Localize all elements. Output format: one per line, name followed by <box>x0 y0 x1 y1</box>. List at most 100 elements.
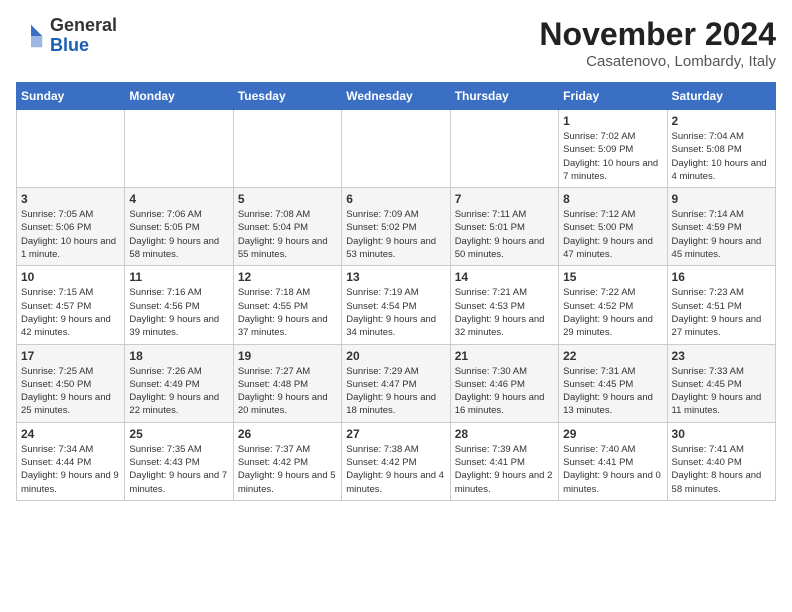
logo-general: General <box>50 15 117 35</box>
weekday-header: Thursday <box>450 83 558 110</box>
day-number: 6 <box>346 192 445 206</box>
day-number: 23 <box>672 349 771 363</box>
day-number: 10 <box>21 270 120 284</box>
calendar-table: SundayMondayTuesdayWednesdayThursdayFrid… <box>16 82 776 501</box>
calendar-cell: 14Sunrise: 7:21 AM Sunset: 4:53 PM Dayli… <box>450 266 558 344</box>
calendar-cell: 17 Sunrise: 7:25 AM Sunset: 4:50 PM Dayli… <box>17 344 125 422</box>
day-info: Sunrise: 7:39 AM Sunset: 4:41 PM Dayligh… <box>455 443 554 496</box>
day-info: Sunrise: 7:21 AM Sunset: 4:53 PM Dayligh… <box>455 286 554 339</box>
day-number: 30 <box>672 427 771 441</box>
day-info: Sunrise: 7:31 AM Sunset: 4:45 PM Dayligh… <box>563 365 662 418</box>
day-info: Sunrise: 7:05 AM Sunset: 5:06 PM Dayligh… <box>21 208 120 261</box>
day-number: 24 <box>21 427 120 441</box>
calendar-cell: 7 Sunrise: 7:11 AM Sunset: 5:01 PM Daylig… <box>450 188 558 266</box>
calendar-cell: 8Sunrise: 7:12 AM Sunset: 5:00 PM Daylig… <box>559 188 667 266</box>
weekday-header: Wednesday <box>342 83 450 110</box>
day-info: Sunrise: 7:11 AM Sunset: 5:01 PM Dayligh… <box>455 208 554 261</box>
calendar-cell: 23 Sunrise: 7:33 AM Sunset: 4:45 PM Dayli… <box>667 344 775 422</box>
day-info: Sunrise: 7:23 AM Sunset: 4:51 PM Dayligh… <box>672 286 771 339</box>
day-number: 29 <box>563 427 662 441</box>
weekday-header: Saturday <box>667 83 775 110</box>
day-number: 15 <box>563 270 662 284</box>
day-number: 5 <box>238 192 337 206</box>
logo-text: General Blue <box>50 16 117 56</box>
day-info: Sunrise: 7:38 AM Sunset: 4:42 PM Dayligh… <box>346 443 445 496</box>
calendar-cell <box>450 110 558 188</box>
weekday-header: Tuesday <box>233 83 341 110</box>
calendar-cell: 13 Sunrise: 7:19 AM Sunset: 4:54 PM Dayli… <box>342 266 450 344</box>
calendar-week-row: 10 Sunrise: 7:15 AM Sunset: 4:57 PM Dayli… <box>17 266 776 344</box>
calendar-cell: 11Sunrise: 7:16 AM Sunset: 4:56 PM Dayli… <box>125 266 233 344</box>
calendar-cell: 12 Sunrise: 7:18 AM Sunset: 4:55 PM Dayli… <box>233 266 341 344</box>
calendar-cell: 18 Sunrise: 7:26 AM Sunset: 4:49 PM Dayli… <box>125 344 233 422</box>
weekday-header: Monday <box>125 83 233 110</box>
calendar-cell <box>233 110 341 188</box>
day-number: 25 <box>129 427 228 441</box>
calendar-cell: 20 Sunrise: 7:29 AM Sunset: 4:47 PM Dayli… <box>342 344 450 422</box>
month-title: November 2024 <box>539 16 776 53</box>
calendar-cell <box>342 110 450 188</box>
day-number: 22 <box>563 349 662 363</box>
day-info: Sunrise: 7:27 AM Sunset: 4:48 PM Dayligh… <box>238 365 337 418</box>
title-block: November 2024 Casatenovo, Lombardy, Ital… <box>539 16 776 70</box>
calendar-cell: 25 Sunrise: 7:35 AM Sunset: 4:43 PM Dayli… <box>125 422 233 500</box>
calendar-cell: 16 Sunrise: 7:23 AM Sunset: 4:51 PM Dayli… <box>667 266 775 344</box>
day-info: Sunrise: 7:22 AM Sunset: 4:52 PM Dayligh… <box>563 286 662 339</box>
calendar-cell: 3Sunrise: 7:05 AM Sunset: 5:06 PM Daylig… <box>17 188 125 266</box>
day-info: Sunrise: 7:18 AM Sunset: 4:55 PM Dayligh… <box>238 286 337 339</box>
day-info: Sunrise: 7:06 AM Sunset: 5:05 PM Dayligh… <box>129 208 228 261</box>
logo-blue: Blue <box>50 35 89 55</box>
day-info: Sunrise: 7:35 AM Sunset: 4:43 PM Dayligh… <box>129 443 228 496</box>
day-number: 21 <box>455 349 554 363</box>
day-info: Sunrise: 7:04 AM Sunset: 5:08 PM Dayligh… <box>672 130 771 183</box>
calendar-cell: 24Sunrise: 7:34 AM Sunset: 4:44 PM Dayli… <box>17 422 125 500</box>
calendar-cell: 28 Sunrise: 7:39 AM Sunset: 4:41 PM Dayli… <box>450 422 558 500</box>
day-info: Sunrise: 7:26 AM Sunset: 4:49 PM Dayligh… <box>129 365 228 418</box>
day-info: Sunrise: 7:16 AM Sunset: 4:56 PM Dayligh… <box>129 286 228 339</box>
location: Casatenovo, Lombardy, Italy <box>539 53 776 70</box>
day-number: 20 <box>346 349 445 363</box>
day-info: Sunrise: 7:37 AM Sunset: 4:42 PM Dayligh… <box>238 443 337 496</box>
logo: General Blue <box>16 16 117 56</box>
logo-icon <box>16 21 46 51</box>
day-number: 13 <box>346 270 445 284</box>
day-info: Sunrise: 7:19 AM Sunset: 4:54 PM Dayligh… <box>346 286 445 339</box>
day-number: 28 <box>455 427 554 441</box>
calendar-cell: 21 Sunrise: 7:30 AM Sunset: 4:46 PM Dayli… <box>450 344 558 422</box>
day-info: Sunrise: 7:33 AM Sunset: 4:45 PM Dayligh… <box>672 365 771 418</box>
day-info: Sunrise: 7:15 AM Sunset: 4:57 PM Dayligh… <box>21 286 120 339</box>
calendar-cell: 22 Sunrise: 7:31 AM Sunset: 4:45 PM Dayli… <box>559 344 667 422</box>
day-number: 4 <box>129 192 228 206</box>
calendar-cell: 5Sunrise: 7:08 AM Sunset: 5:04 PM Daylig… <box>233 188 341 266</box>
calendar-week-row: 24Sunrise: 7:34 AM Sunset: 4:44 PM Dayli… <box>17 422 776 500</box>
day-info: Sunrise: 7:30 AM Sunset: 4:46 PM Dayligh… <box>455 365 554 418</box>
day-number: 19 <box>238 349 337 363</box>
day-number: 16 <box>672 270 771 284</box>
day-info: Sunrise: 7:40 AM Sunset: 4:41 PM Dayligh… <box>563 443 662 496</box>
calendar-cell: 15 Sunrise: 7:22 AM Sunset: 4:52 PM Dayli… <box>559 266 667 344</box>
weekday-header: Friday <box>559 83 667 110</box>
calendar-cell <box>17 110 125 188</box>
day-number: 12 <box>238 270 337 284</box>
calendar-cell: 1Sunrise: 7:02 AM Sunset: 5:09 PM Daylig… <box>559 110 667 188</box>
calendar-cell: 4 Sunrise: 7:06 AM Sunset: 5:05 PM Daylig… <box>125 188 233 266</box>
day-number: 2 <box>672 114 771 128</box>
calendar-week-row: 3Sunrise: 7:05 AM Sunset: 5:06 PM Daylig… <box>17 188 776 266</box>
day-info: Sunrise: 7:09 AM Sunset: 5:02 PM Dayligh… <box>346 208 445 261</box>
weekday-header: Sunday <box>17 83 125 110</box>
calendar-week-row: 17 Sunrise: 7:25 AM Sunset: 4:50 PM Dayli… <box>17 344 776 422</box>
day-number: 17 <box>21 349 120 363</box>
calendar-cell: 30Sunrise: 7:41 AM Sunset: 4:40 PM Dayli… <box>667 422 775 500</box>
day-info: Sunrise: 7:29 AM Sunset: 4:47 PM Dayligh… <box>346 365 445 418</box>
day-number: 7 <box>455 192 554 206</box>
day-info: Sunrise: 7:25 AM Sunset: 4:50 PM Dayligh… <box>21 365 120 418</box>
calendar-cell: 6 Sunrise: 7:09 AM Sunset: 5:02 PM Daylig… <box>342 188 450 266</box>
day-number: 18 <box>129 349 228 363</box>
calendar-cell: 26Sunrise: 7:37 AM Sunset: 4:42 PM Dayli… <box>233 422 341 500</box>
page-header: General Blue November 2024 Casatenovo, L… <box>16 16 776 70</box>
day-number: 9 <box>672 192 771 206</box>
calendar-cell <box>125 110 233 188</box>
day-number: 1 <box>563 114 662 128</box>
day-info: Sunrise: 7:12 AM Sunset: 5:00 PM Dayligh… <box>563 208 662 261</box>
weekday-header-row: SundayMondayTuesdayWednesdayThursdayFrid… <box>17 83 776 110</box>
